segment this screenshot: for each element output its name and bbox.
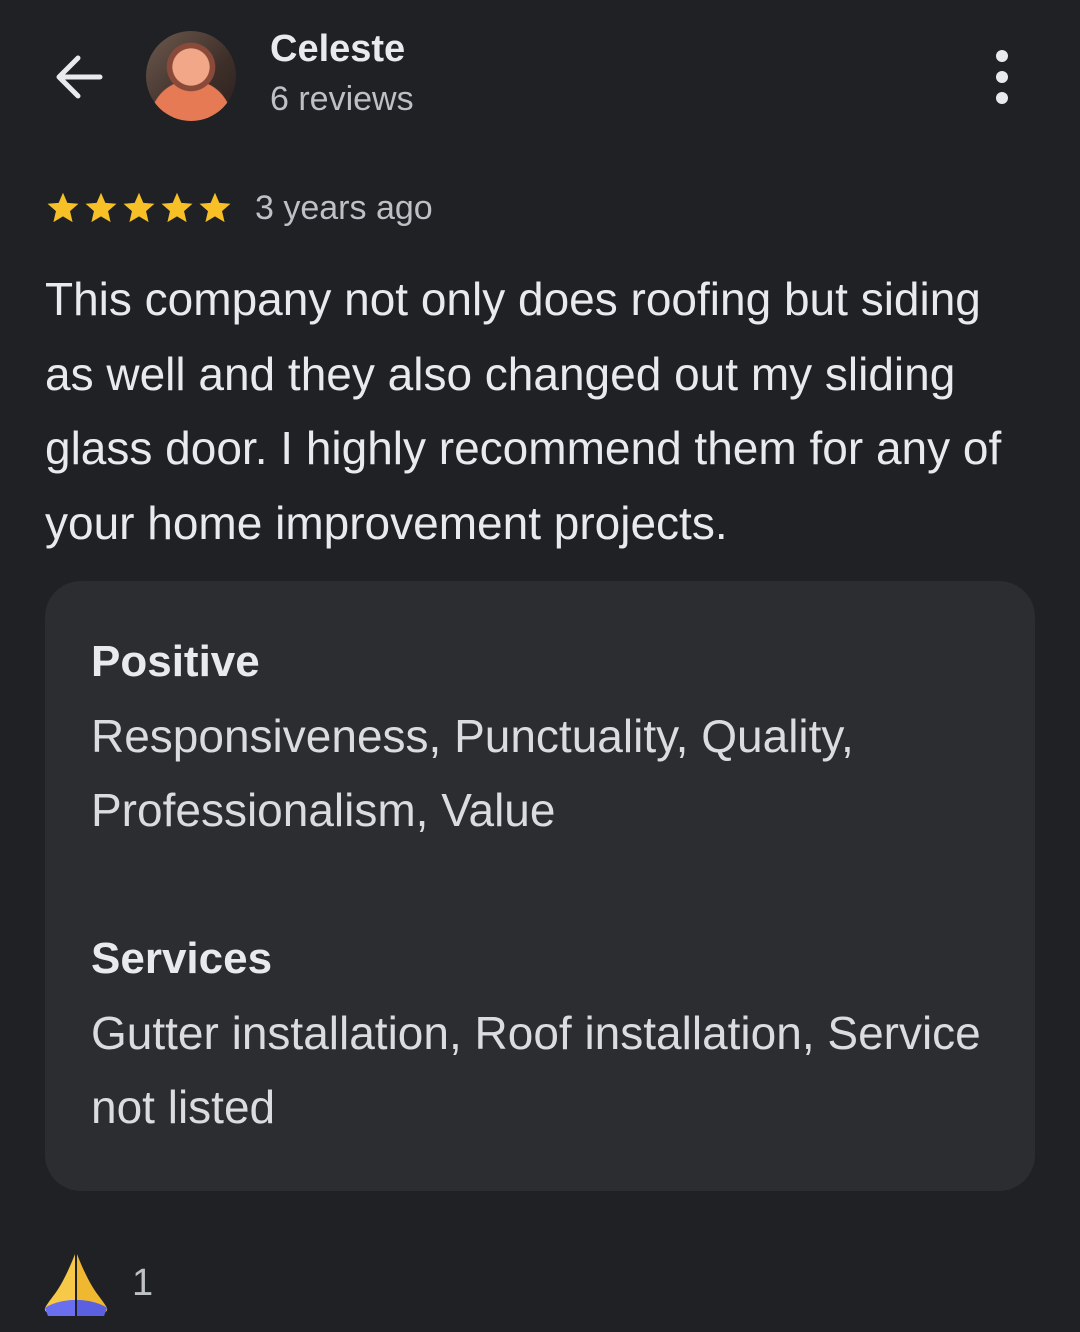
star-rating [45,190,233,226]
star-icon [47,192,79,223]
services-body: Gutter installation, Roof installation, … [91,1007,981,1133]
review-time: 3 years ago [255,188,433,227]
reviewer-review-count[interactable]: 6 reviews [270,80,414,119]
more-options-button[interactable] [980,48,1024,106]
star-icon [161,192,193,223]
positive-title: Positive [91,637,260,686]
back-button[interactable] [50,48,108,106]
star-icon [199,192,231,223]
star-icon [85,192,117,223]
arrow-back-icon [56,55,103,99]
avatar[interactable] [146,31,236,121]
rating-row: 3 years ago [45,186,433,230]
reaction-button[interactable]: 1 [42,1250,153,1316]
review-header: Celeste 6 reviews [0,0,1080,150]
star-icon [123,192,155,223]
reaction-count: 1 [132,1261,154,1304]
positive-section: Positive Responsiveness, Punctuality, Qu… [91,625,991,847]
review-text: This company not only does roofing but s… [45,273,1002,549]
review-details-card: Positive Responsiveness, Punctuality, Qu… [45,581,1035,1191]
reviewer-name[interactable]: Celeste [270,28,405,71]
positive-body: Responsiveness, Punctuality, Quality, Pr… [91,710,854,836]
services-title: Services [91,934,273,983]
services-section: Services Gutter installation, Roof insta… [91,922,991,1144]
folded-hands-emoji [44,1254,108,1316]
more-vertical-icon [996,50,1008,104]
